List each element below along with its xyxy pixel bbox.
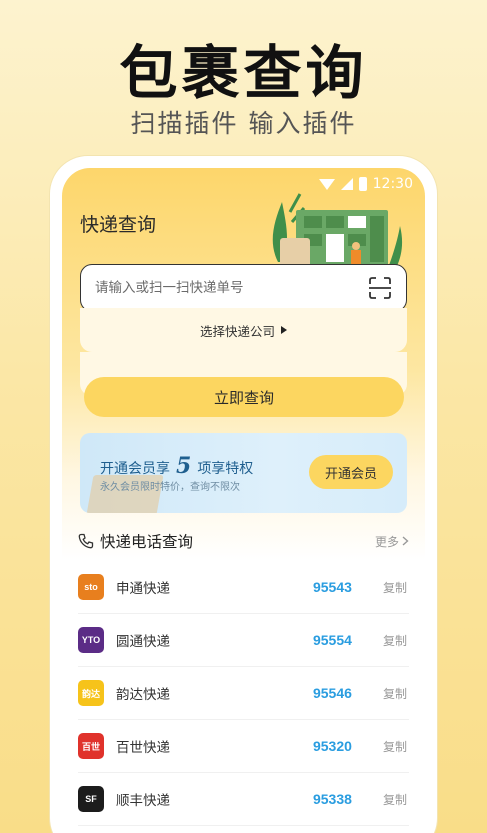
vip-title: 开通会员享 5 项享特权 bbox=[100, 453, 253, 479]
company-logo-icon: SF bbox=[78, 786, 104, 812]
phone-section-title: 快递电话查询 bbox=[100, 533, 194, 551]
scan-icon[interactable] bbox=[368, 277, 392, 299]
company-row[interactable]: 百世 百世快递 95320 复制 bbox=[78, 720, 409, 773]
caret-right-icon bbox=[281, 326, 287, 334]
chevron-right-icon bbox=[402, 536, 409, 546]
vip-banner[interactable]: 开通会员享 5 项享特权 永久会员限时特价，查询不限次 开通会员 bbox=[80, 433, 407, 513]
app-screen: 12:30 快递查询 选择 bbox=[62, 168, 425, 833]
app-title: 快递查询 bbox=[80, 214, 157, 236]
promo-subline: 扫描插件 输入插件 bbox=[130, 109, 357, 138]
select-company-row[interactable]: 选择快递公司 bbox=[80, 308, 407, 352]
select-company-label: 选择快递公司 bbox=[199, 323, 275, 339]
vip-title-number: 5 bbox=[176, 453, 192, 479]
vip-title-prefix: 开通会员享 bbox=[100, 461, 170, 477]
copy-button[interactable]: 复制 bbox=[383, 579, 407, 596]
company-logo-icon: YTO bbox=[78, 627, 104, 653]
company-row[interactable]: SF 顺丰快递 95338 复制 bbox=[78, 773, 409, 826]
phone-section-header: 快递电话查询 更多 bbox=[78, 530, 409, 552]
copy-button[interactable]: 复制 bbox=[383, 632, 407, 649]
copy-button[interactable]: 复制 bbox=[383, 738, 407, 755]
company-name: 顺丰快递 bbox=[116, 793, 170, 809]
company-row[interactable]: YTO 圆通快递 95554 复制 bbox=[78, 614, 409, 667]
delivery-locker-illustration-icon bbox=[272, 193, 403, 268]
open-vip-button[interactable]: 开通会员 bbox=[309, 455, 393, 489]
copy-button[interactable]: 复制 bbox=[383, 685, 407, 702]
company-phone[interactable]: 95554 bbox=[313, 632, 369, 648]
company-logo-icon: sto bbox=[78, 574, 104, 600]
company-phone[interactable]: 95320 bbox=[313, 738, 369, 754]
phone-icon bbox=[78, 533, 94, 549]
copy-button[interactable]: 复制 bbox=[383, 791, 407, 808]
company-name: 韵达快递 bbox=[116, 687, 170, 703]
phone-frame: 12:30 快递查询 选择 bbox=[50, 156, 437, 833]
company-phone[interactable]: 95338 bbox=[313, 791, 369, 807]
promo-headline: 包裹查询 bbox=[119, 39, 368, 107]
tracking-number-input[interactable] bbox=[95, 280, 362, 296]
company-phone[interactable]: 95546 bbox=[313, 685, 369, 701]
company-name: 圆通快递 bbox=[116, 634, 170, 650]
company-name: 百世快递 bbox=[116, 740, 170, 756]
search-box bbox=[80, 264, 407, 312]
vip-subtitle: 永久会员限时特价，查询不限次 bbox=[100, 482, 240, 493]
company-row[interactable]: 韵达 韵达快递 95546 复制 bbox=[78, 667, 409, 720]
company-list: sto 申通快递 95543 复制 YTO 圆通快递 95554 复制 韵达 韵达快递 95546 复… bbox=[78, 561, 409, 826]
company-logo-icon: 韵达 bbox=[78, 680, 104, 706]
company-phone[interactable]: 95543 bbox=[313, 579, 369, 595]
company-name: 申通快递 bbox=[116, 581, 170, 597]
vip-title-suffix: 项享特权 bbox=[197, 461, 254, 477]
more-label: 更多 bbox=[374, 534, 399, 549]
company-row[interactable]: sto 申通快递 95543 复制 bbox=[78, 561, 409, 614]
company-logo-icon: 百世 bbox=[78, 733, 104, 759]
query-button[interactable]: 立即查询 bbox=[84, 377, 404, 417]
more-link[interactable]: 更多 bbox=[375, 533, 409, 550]
